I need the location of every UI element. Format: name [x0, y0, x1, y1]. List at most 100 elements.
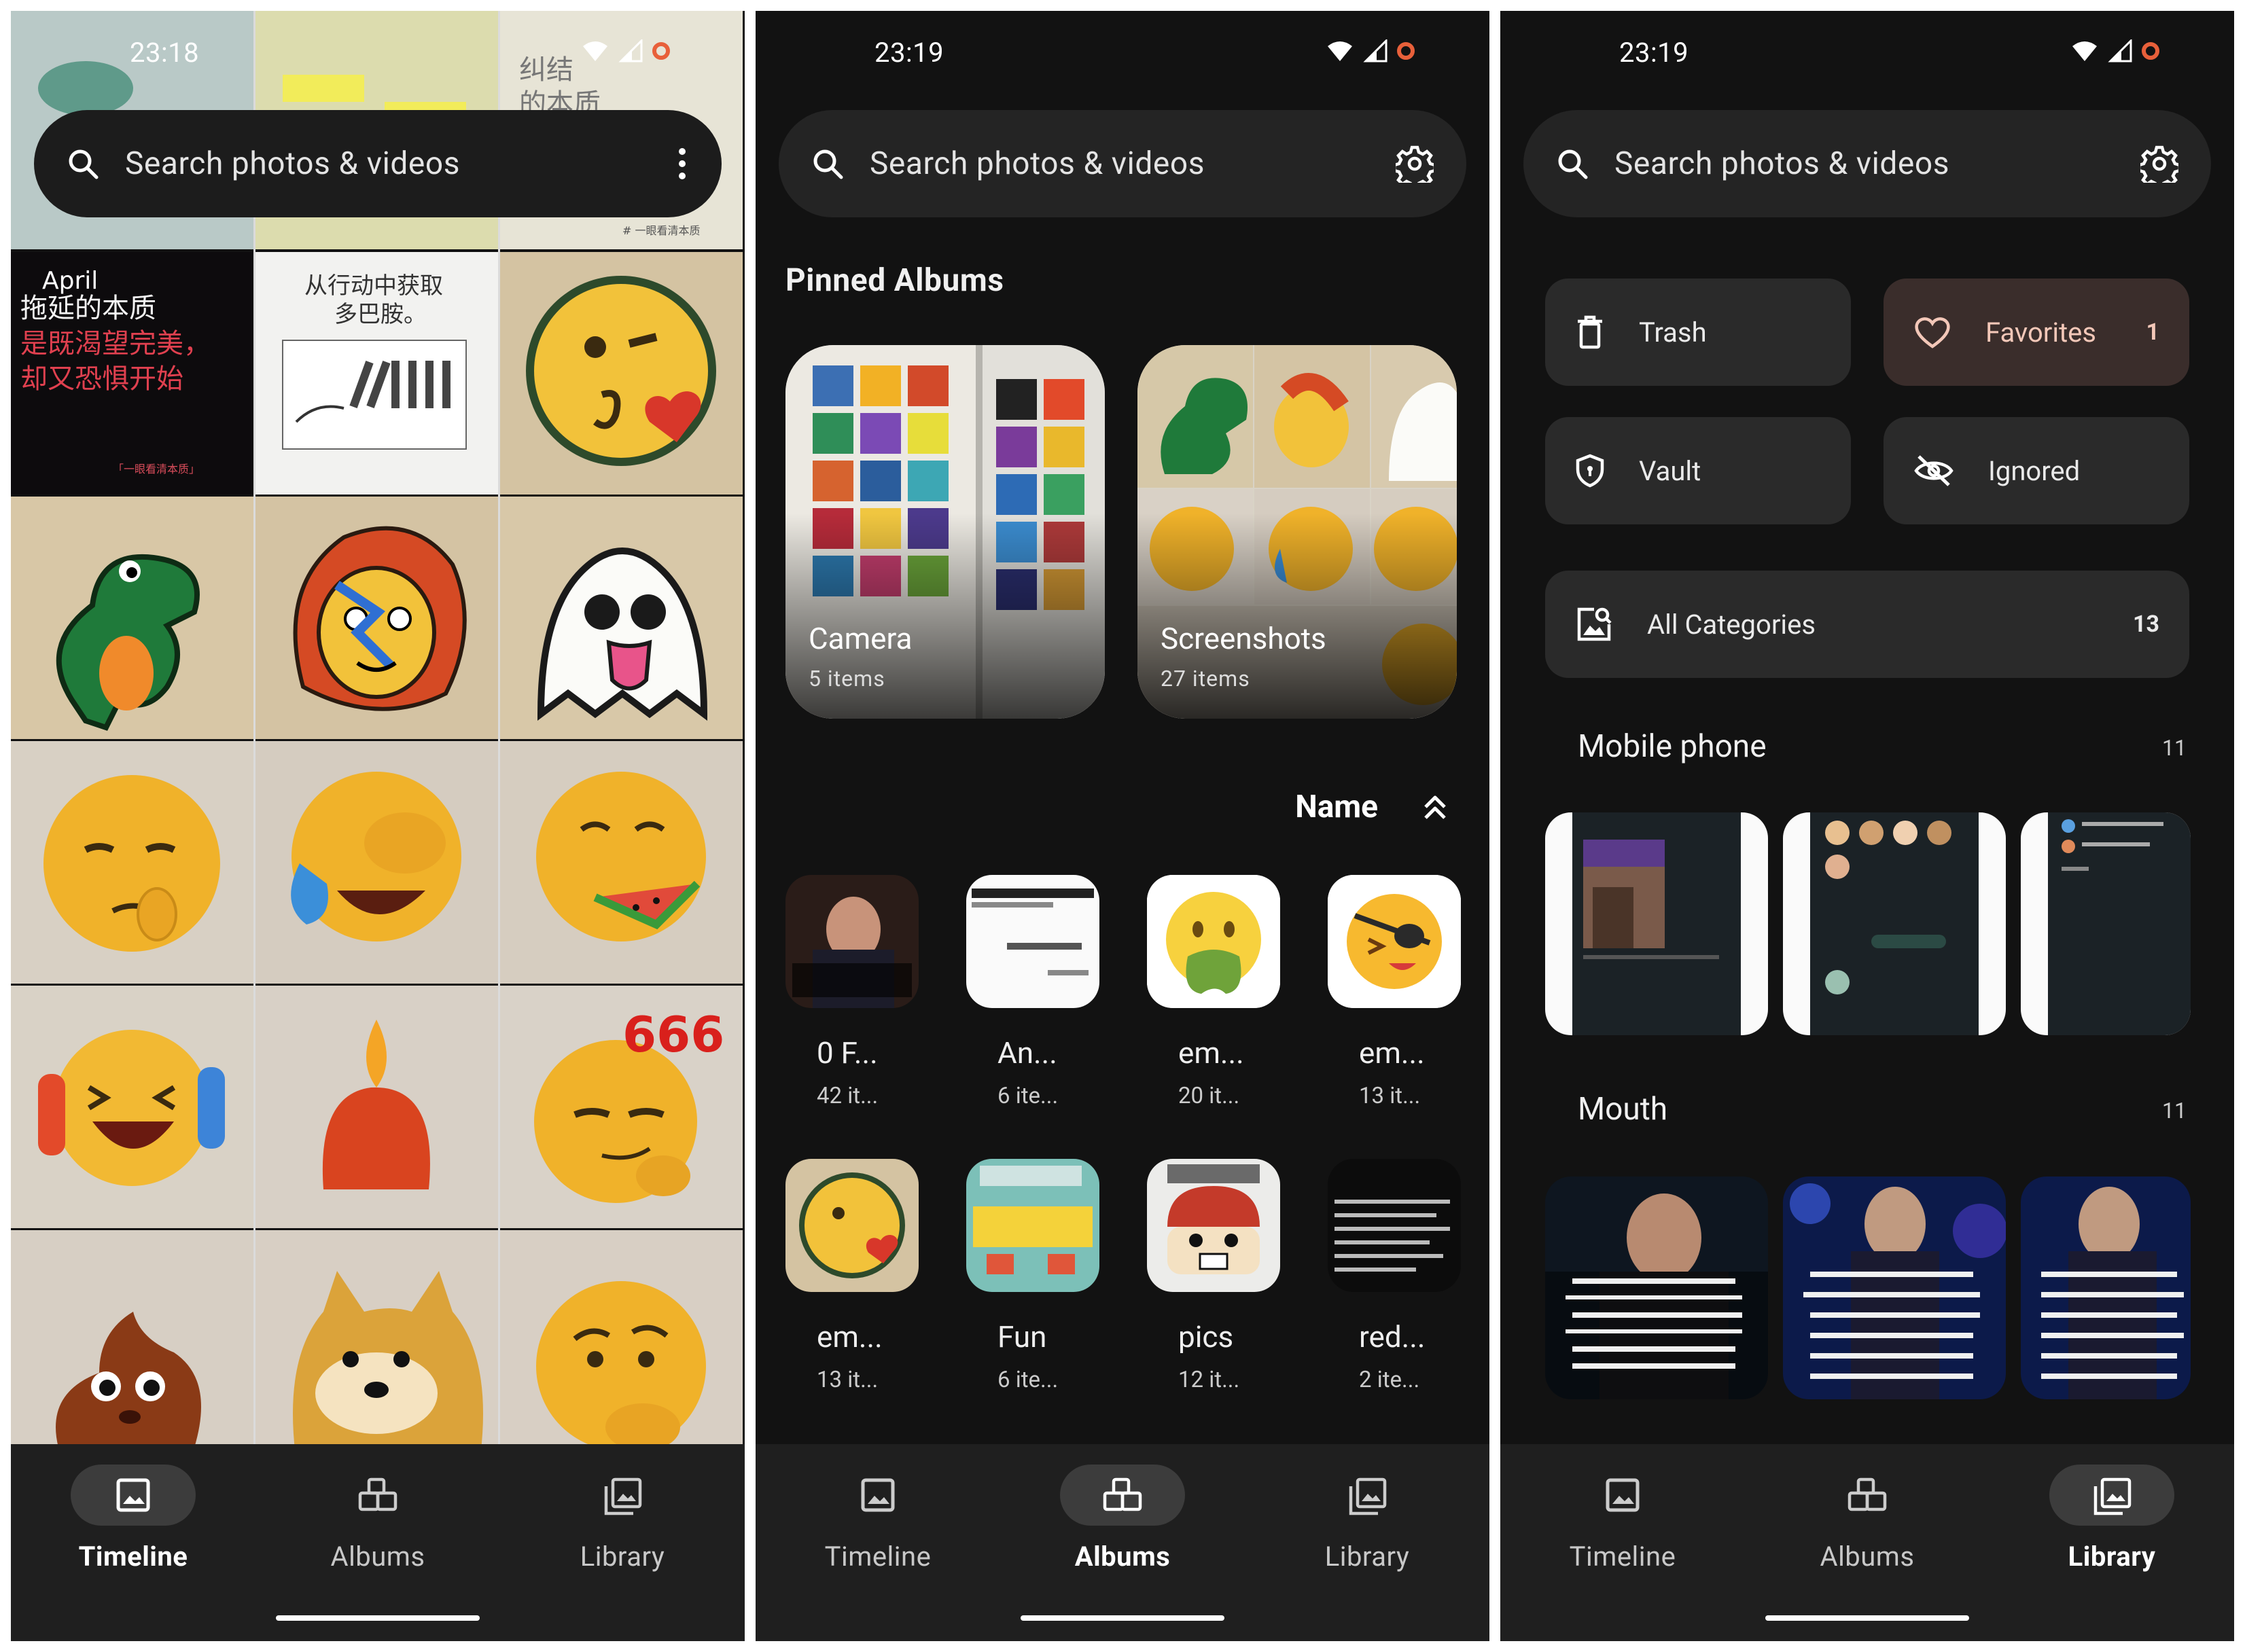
- search-icon: [811, 147, 844, 180]
- photo-thumbnail[interactable]: [11, 986, 253, 1228]
- category-photo[interactable]: [1545, 812, 1768, 1035]
- status-bar: 23:18: [11, 11, 745, 99]
- status-time: 23:18: [130, 37, 200, 69]
- library-screen: 23:19 Search photos & videos Trash Favor…: [1500, 11, 2234, 1641]
- search-bar[interactable]: Search photos & videos: [34, 110, 722, 217]
- sort-label: Name: [1295, 789, 1378, 825]
- album-item[interactable]: em... 20 it...: [1147, 875, 1280, 1109]
- heart-icon: [1913, 315, 1951, 349]
- category-photo[interactable]: [2021, 1177, 2191, 1399]
- photo-thumbnail[interactable]: [255, 741, 498, 984]
- photo-thumbnail[interactable]: [11, 1230, 253, 1454]
- all-categories-label: All Categories: [1647, 608, 1816, 641]
- album-item[interactable]: pics 12 it...: [1147, 1159, 1280, 1393]
- nav-label: Library: [2068, 1541, 2156, 1573]
- ignored-label: Ignored: [1988, 454, 2081, 487]
- nav-label: Timeline: [78, 1541, 188, 1573]
- nav-timeline[interactable]: Timeline: [11, 1465, 255, 1600]
- album-count: 42 it...: [817, 1083, 879, 1109]
- home-indicator: [276, 1615, 480, 1621]
- settings-icon[interactable]: [2140, 145, 2178, 183]
- wifi-icon: [2072, 41, 2097, 61]
- album-count: 6 ite...: [997, 1083, 1059, 1109]
- nav-library[interactable]: Library: [1245, 1465, 1489, 1600]
- favorites-label: Favorites: [1985, 316, 2097, 348]
- category-count: 11: [2162, 1098, 2187, 1124]
- photo-thumbnail[interactable]: [500, 741, 743, 984]
- trash-label: Trash: [1639, 316, 1707, 348]
- album-item[interactable]: red... 2 ite...: [1328, 1159, 1461, 1393]
- ignored-button[interactable]: Ignored: [1884, 417, 2189, 524]
- wifi-icon: [1328, 41, 1352, 61]
- photo-thumbnail[interactable]: [255, 986, 498, 1228]
- category-title[interactable]: Mouth: [1578, 1091, 1667, 1128]
- sort-direction-icon[interactable]: [1421, 792, 1449, 822]
- album-item[interactable]: em... 13 it...: [785, 1159, 919, 1393]
- category-title[interactable]: Mobile phone: [1578, 728, 1767, 765]
- shield-icon: [1575, 453, 1605, 488]
- all-categories-button[interactable]: All Categories 13: [1545, 571, 2189, 678]
- search-bar[interactable]: Search photos & videos: [1523, 110, 2211, 217]
- sort-control[interactable]: Name: [1295, 789, 1449, 825]
- nav-albums[interactable]: Albums: [1000, 1465, 1245, 1600]
- album-count: 27 items: [1161, 666, 1250, 692]
- pinned-album-screenshots[interactable]: Screenshots 27 items: [1137, 345, 1457, 719]
- category-photo[interactable]: [1783, 1177, 2006, 1399]
- album-name: An...: [997, 1035, 1057, 1071]
- timeline-screen: 纠结 的本质 # 一眼看清本质 April 拖延的本质 是既渴望完美， 却又恐惧…: [11, 11, 745, 1641]
- photo-thumbnail[interactable]: [11, 497, 253, 739]
- photo-thumbnail[interactable]: [500, 252, 743, 495]
- image-icon: [1500, 1477, 1745, 1513]
- image-icon: [11, 1477, 255, 1513]
- nav-label: Timeline: [1569, 1541, 1676, 1573]
- vault-button[interactable]: Vault: [1545, 417, 1851, 524]
- category-photo[interactable]: [2021, 812, 2191, 1035]
- photo-thumbnail[interactable]: [255, 497, 498, 739]
- nav-timeline[interactable]: Timeline: [1500, 1465, 1745, 1600]
- nav-library[interactable]: Library: [1990, 1465, 2234, 1600]
- album-item[interactable]: Fun 6 ite...: [966, 1159, 1099, 1393]
- pinned-album-camera[interactable]: Camera 5 items: [785, 345, 1105, 719]
- album-name: em...: [1178, 1035, 1244, 1071]
- album-count: 6 ite...: [997, 1367, 1059, 1393]
- category-photo[interactable]: [1783, 812, 2006, 1035]
- album-name: 0 F...: [817, 1035, 878, 1071]
- album-name: pics: [1178, 1319, 1234, 1354]
- album-item[interactable]: em... 13 it...: [1328, 875, 1461, 1109]
- search-icon: [1556, 147, 1589, 180]
- nav-library[interactable]: Library: [500, 1465, 745, 1600]
- search-icon: [67, 147, 99, 180]
- album-name: Fun: [997, 1319, 1047, 1354]
- album-item[interactable]: 0 F... 42 it...: [785, 875, 919, 1109]
- library-icon: [1990, 1477, 2234, 1516]
- photo-thumbnail[interactable]: [255, 1230, 498, 1454]
- photo-thumbnail[interactable]: April 拖延的本质 是既渴望完美， 却又恐惧开始 「一眼看清本质」: [11, 252, 253, 495]
- album-name: em...: [1359, 1035, 1425, 1071]
- nav-albums[interactable]: Albums: [255, 1465, 500, 1600]
- category-photo[interactable]: [1545, 1177, 1768, 1399]
- album-name: Screenshots: [1161, 621, 1326, 656]
- favorites-button[interactable]: Favorites 1: [1884, 279, 2189, 386]
- recording-indicator-icon: [1397, 42, 1415, 60]
- albums-screen: 23:19 Search photos & videos Pinned Albu…: [756, 11, 1489, 1641]
- tile-text: 666: [622, 1006, 725, 1063]
- all-categories-count: 13: [2132, 611, 2159, 638]
- more-options-icon[interactable]: [675, 146, 689, 181]
- search-placeholder: Search photos & videos: [125, 145, 461, 182]
- tile-text: 拖延的本质: [20, 293, 156, 324]
- settings-icon[interactable]: [1396, 145, 1434, 183]
- trash-button[interactable]: Trash: [1545, 279, 1851, 386]
- nav-timeline[interactable]: Timeline: [756, 1465, 1000, 1600]
- search-bar[interactable]: Search photos & videos: [779, 110, 1466, 217]
- nav-label: Library: [1324, 1541, 1410, 1573]
- image-icon: [756, 1477, 1000, 1513]
- photo-thumbnail[interactable]: [500, 497, 743, 739]
- photo-thumbnail[interactable]: [500, 1230, 743, 1454]
- album-item[interactable]: An... 6 ite...: [966, 875, 1099, 1109]
- photo-thumbnail[interactable]: 666: [500, 986, 743, 1228]
- photo-thumbnail[interactable]: [11, 741, 253, 984]
- signal-icon: [2108, 39, 2132, 62]
- photo-thumbnail[interactable]: 从行动中获取 多巴胺。: [255, 252, 498, 495]
- nav-albums[interactable]: Albums: [1745, 1465, 1990, 1600]
- vault-label: Vault: [1639, 454, 1701, 487]
